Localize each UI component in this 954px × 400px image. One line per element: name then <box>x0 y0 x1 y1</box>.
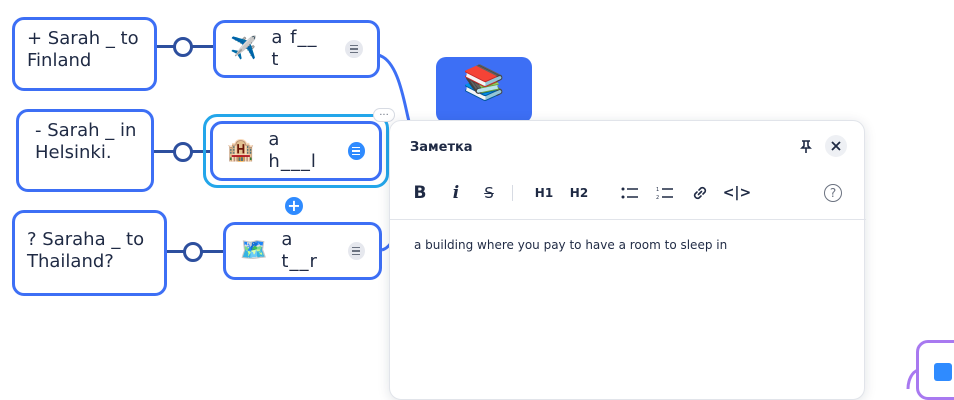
pin-icon[interactable] <box>798 138 814 154</box>
add-node-button[interactable]: + <box>285 197 303 215</box>
bullet-list-icon[interactable] <box>618 180 642 206</box>
map-icon: 🗺️ <box>240 238 268 263</box>
help-button[interactable]: ? <box>822 180 844 206</box>
help-icon: ? <box>824 184 842 202</box>
word-chip-flight[interactable]: ✈️ a f__ t <box>213 20 380 78</box>
note-icon[interactable] <box>347 242 365 260</box>
node-text: - Sarah _ in Helsinki. <box>35 120 137 163</box>
mindmap-node-sarah-in-helsinki[interactable]: - Sarah _ in Helsinki. <box>16 109 154 192</box>
chip-label: a h___l <box>268 129 317 172</box>
connector-dot[interactable] <box>173 37 193 57</box>
chip-label: a t__r <box>281 229 318 272</box>
toolbar-separator <box>390 219 866 220</box>
close-icon <box>831 141 841 151</box>
formatting-toolbar: B i S H1 H2 12 <|> ? <box>390 180 866 206</box>
image-icon <box>934 363 952 381</box>
airplane-icon: ✈️ <box>230 36 258 61</box>
chip-label: a f__ t <box>271 27 318 70</box>
heading1-button[interactable]: H1 <box>532 180 556 206</box>
bold-button[interactable]: B <box>410 180 430 206</box>
note-panel: Заметка B i S H1 H2 12 <|> ? a building … <box>389 120 866 400</box>
books-icon: 📚 <box>462 63 506 103</box>
numbered-list-icon[interactable]: 12 <box>653 180 677 206</box>
connector-dot[interactable] <box>183 242 203 262</box>
node-text: + Sarah _ to Finland <box>27 28 139 71</box>
mindmap-node-sarah-to-finland[interactable]: + Sarah _ to Finland <box>12 17 157 91</box>
link-icon[interactable] <box>688 180 712 206</box>
note-content[interactable]: a building where you pay to have a room … <box>414 238 844 252</box>
word-chip-hotel[interactable]: 🏨 a h___l <box>210 121 382 181</box>
mindmap-node-sarah-to-thailand[interactable]: ? Saraha _ to Thailand? <box>12 210 167 296</box>
toolbar-divider <box>512 185 513 201</box>
connector-dot[interactable] <box>173 142 193 162</box>
word-chip-tour[interactable]: 🗺️ a t__r <box>223 222 382 280</box>
close-button[interactable] <box>825 135 847 157</box>
italic-button[interactable]: i <box>446 180 466 206</box>
svg-text:1: 1 <box>656 187 659 193</box>
note-icon[interactable] <box>345 40 363 58</box>
more-options-button[interactable]: ... <box>373 108 395 122</box>
note-icon[interactable] <box>347 142 365 160</box>
mindmap-node-partial[interactable] <box>916 340 954 400</box>
svg-text:2: 2 <box>656 195 659 200</box>
code-button[interactable]: <|> <box>722 180 752 206</box>
node-text: ? Saraha _ to Thailand? <box>27 229 145 272</box>
note-panel-title: Заметка <box>410 140 473 155</box>
hotel-icon: 🏨 <box>227 138 255 163</box>
strikethrough-button[interactable]: S <box>478 180 500 206</box>
heading2-button[interactable]: H2 <box>567 180 591 206</box>
image-node-books[interactable]: 📚 <box>436 57 532 123</box>
